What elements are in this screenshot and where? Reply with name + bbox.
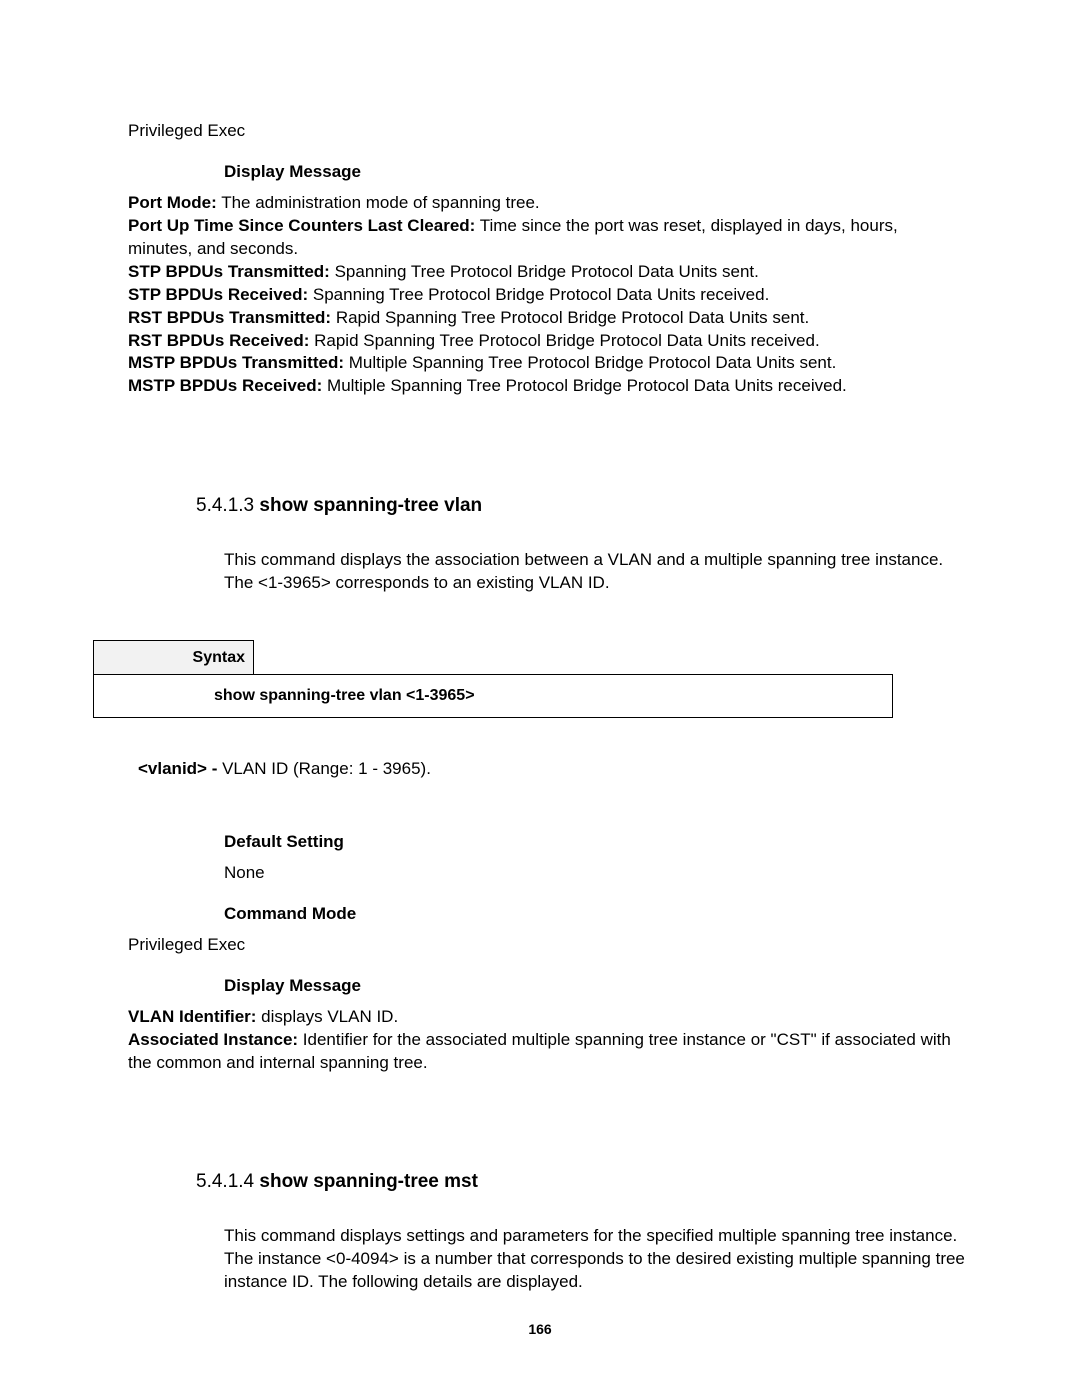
command-mode-value: Privileged Exec — [128, 934, 965, 957]
syntax-body-row: show spanning-tree vlan <1-3965> — [94, 675, 893, 718]
definition-term: RST BPDUs Transmitted: — [128, 308, 331, 327]
definition-list-top: Port Mode: The administration mode of sp… — [128, 192, 965, 398]
display-message-label-5413: Display Message — [224, 975, 965, 998]
command-mode-label: Command Mode — [224, 903, 965, 926]
syntax-empty — [254, 640, 893, 675]
section-heading-5413: 5.4.1.3 show spanning-tree vlan — [196, 493, 965, 519]
section-description-5413: This command displays the association be… — [224, 549, 965, 595]
definition-item: Port Mode: The administration mode of sp… — [128, 192, 965, 215]
definition-text: Multiple Spanning Tree Protocol Bridge P… — [322, 376, 846, 395]
definition-term: STP BPDUs Received: — [128, 285, 308, 304]
definition-item: Associated Instance: Identifier for the … — [128, 1029, 965, 1075]
definition-text: The administration mode of spanning tree… — [217, 193, 540, 212]
syntax-label: Syntax — [94, 640, 254, 675]
definition-item: RST BPDUs Transmitted: Rapid Spanning Tr… — [128, 307, 965, 330]
parameter-term: <vlanid> - — [138, 759, 222, 778]
definition-term: MSTP BPDUs Received: — [128, 376, 322, 395]
definition-term: Port Up Time Since Counters Last Cleared… — [128, 216, 475, 235]
definition-text: Spanning Tree Protocol Bridge Protocol D… — [308, 285, 769, 304]
parameter-block: <vlanid> - VLAN ID (Range: 1 - 3965). — [138, 758, 965, 781]
document-page: Privileged Exec Display Message Port Mod… — [0, 0, 1080, 1374]
definition-text: Spanning Tree Protocol Bridge Protocol D… — [330, 262, 759, 281]
definition-term: RST BPDUs Received: — [128, 331, 309, 350]
definition-term: MSTP BPDUs Transmitted: — [128, 353, 344, 372]
default-setting-label: Default Setting — [224, 831, 965, 854]
definition-term: Port Mode: — [128, 193, 217, 212]
definition-item: STP BPDUs Received: Spanning Tree Protoc… — [128, 284, 965, 307]
definition-list-5413: VLAN Identifier: displays VLAN ID. Assoc… — [128, 1006, 965, 1075]
syntax-header-row: Syntax — [94, 640, 893, 675]
syntax-table: Syntax show spanning-tree vlan <1-3965> — [93, 640, 893, 718]
definition-item: VLAN Identifier: displays VLAN ID. — [128, 1006, 965, 1029]
section-number: 5.4.1.3 — [196, 495, 259, 516]
definition-term: Associated Instance: — [128, 1030, 298, 1049]
section-description-5414: This command displays settings and param… — [224, 1225, 965, 1294]
definition-text: Rapid Spanning Tree Protocol Bridge Prot… — [331, 308, 809, 327]
definition-text: Multiple Spanning Tree Protocol Bridge P… — [344, 353, 836, 372]
syntax-command: show spanning-tree vlan <1-3965> — [94, 675, 893, 718]
section-heading-5414: 5.4.1.4 show spanning-tree mst — [196, 1169, 965, 1195]
definition-text: displays VLAN ID. — [256, 1007, 398, 1026]
definition-term: VLAN Identifier: — [128, 1007, 256, 1026]
definition-item: RST BPDUs Received: Rapid Spanning Tree … — [128, 330, 965, 353]
definition-item: Port Up Time Since Counters Last Cleared… — [128, 215, 965, 261]
definition-item: MSTP BPDUs Transmitted: Multiple Spannin… — [128, 352, 965, 375]
parameter-def: VLAN ID (Range: 1 - 3965). — [222, 759, 431, 778]
display-message-heading: Display Message — [224, 161, 965, 184]
default-setting-value: None — [224, 862, 965, 885]
page-number: 166 — [0, 1321, 1080, 1337]
definition-item: STP BPDUs Transmitted: Spanning Tree Pro… — [128, 261, 965, 284]
command-mode-value-top: Privileged Exec — [128, 120, 965, 143]
section-number: 5.4.1.4 — [196, 1171, 259, 1192]
definition-text: Rapid Spanning Tree Protocol Bridge Prot… — [309, 331, 819, 350]
section-title: show spanning-tree vlan — [259, 495, 482, 516]
section-title: show spanning-tree mst — [259, 1171, 478, 1192]
definition-item: MSTP BPDUs Received: Multiple Spanning T… — [128, 375, 965, 398]
definition-term: STP BPDUs Transmitted: — [128, 262, 330, 281]
